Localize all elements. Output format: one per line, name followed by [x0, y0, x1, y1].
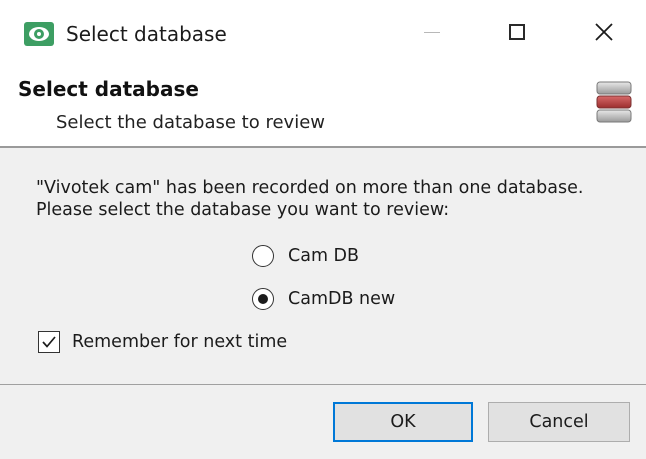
ok-button[interactable]: OK [333, 402, 473, 442]
dialog-footer: OK Cancel [0, 385, 646, 459]
dialog-body: "Vivotek cam" has been recorded on more … [0, 148, 646, 384]
dialog-header: Select database Select the database to r… [0, 66, 646, 146]
cancel-button[interactable]: Cancel [488, 402, 630, 442]
app-eye-icon [24, 22, 54, 46]
minimize-button[interactable] [404, 8, 460, 56]
maximize-button[interactable] [490, 8, 546, 56]
radio-selected-dot [257, 293, 268, 304]
remember-checkbox[interactable] [38, 331, 60, 353]
radio-button[interactable] [252, 245, 274, 267]
select-database-dialog: Select database Select database Select t… [0, 0, 646, 459]
close-icon [595, 23, 613, 41]
database-icon [596, 81, 632, 123]
checkmark-icon [42, 336, 56, 348]
header-title: Select database [18, 77, 199, 101]
message-line-1: "Vivotek cam" has been recorded on more … [36, 178, 584, 198]
message-text: "Vivotek cam" has been recorded on more … [36, 177, 583, 221]
radio-label: CamDB new [288, 289, 396, 309]
header-subtitle: Select the database to review [56, 112, 326, 133]
remember-label: Remember for next time [72, 332, 288, 352]
window-title: Select database [66, 22, 227, 46]
maximize-icon [509, 24, 525, 40]
close-button[interactable] [576, 8, 632, 56]
message-line-2: Please select the database you want to r… [36, 200, 450, 220]
title-bar[interactable]: Select database [0, 0, 646, 66]
minimize-icon [424, 32, 440, 33]
radio-label: Cam DB [288, 246, 360, 266]
radio-button-selected[interactable] [252, 288, 274, 310]
